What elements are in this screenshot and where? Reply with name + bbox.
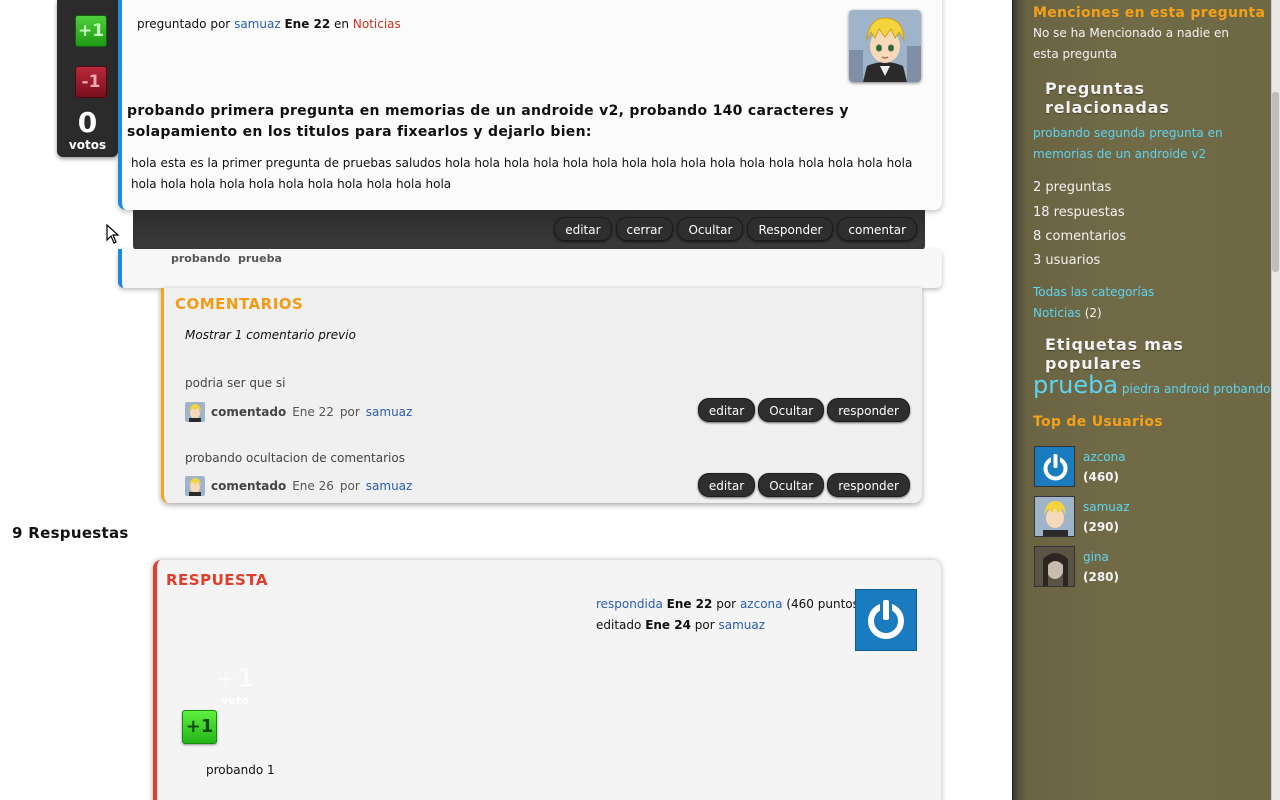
comment-by: por — [339, 479, 360, 493]
top-users-heading: Top de Usuarios — [1033, 414, 1163, 430]
answer-upvote-button[interactable]: +1 — [182, 710, 217, 744]
question-action-bar: editar cerrar Ocultar Responder comentar — [133, 210, 925, 250]
tag-link[interactable]: probando — [1213, 382, 1270, 396]
comment-hide-button[interactable]: Ocultar — [758, 473, 825, 497]
edited-date: Ene 24 — [645, 618, 691, 632]
comment-text: probando ocultacion de comentarios — [185, 451, 405, 465]
comments-section: COMENTARIOS Mostrar 1 comentario previo … — [161, 288, 922, 503]
vote-label: votos — [68, 138, 107, 152]
comment-label: comentado — [211, 405, 287, 419]
answer-vote-count: +1 — [215, 664, 255, 694]
downvote-button[interactable]: -1 — [75, 66, 107, 98]
answer-author-points: (460 puntos) — [786, 597, 864, 611]
question-author-avatar[interactable] — [849, 10, 921, 82]
category-count: (2) — [1084, 306, 1102, 320]
edit-button[interactable]: editar — [554, 217, 612, 241]
comment-edit-button[interactable]: editar — [697, 473, 756, 497]
user-avatar[interactable] — [1034, 496, 1075, 537]
related-heading: Preguntas relacionadas — [1045, 79, 1170, 117]
tag-link[interactable]: android — [1164, 382, 1210, 396]
comment-date: Ene 22 — [292, 405, 334, 419]
answered-link[interactable]: respondida — [596, 597, 663, 611]
user-name-link[interactable]: gina — [1083, 550, 1109, 564]
answer-meta: respondida Ene 22 por azcona (460 puntos… — [596, 597, 864, 611]
answer-button[interactable]: Responder — [747, 217, 834, 241]
all-categories-link[interactable]: Todas las categorías — [1033, 282, 1154, 303]
user-avatar[interactable] — [1034, 546, 1075, 587]
stat-answers: 18 respuestas — [1033, 205, 1125, 220]
answered-by: por — [716, 597, 737, 611]
answer-title: RESPUESTA — [166, 571, 268, 589]
editor-link[interactable]: samuaz — [719, 618, 766, 632]
stat-comments: 8 comentarios — [1033, 229, 1127, 244]
hide-button[interactable]: Ocultar — [677, 217, 744, 241]
power-icon — [1043, 453, 1068, 481]
comment-author-link[interactable]: samuaz — [366, 479, 413, 493]
user-points: (290) — [1083, 520, 1120, 534]
answer-vote-label: voto — [221, 694, 249, 707]
comment-meta: comentado Ene 26 por samuaz — [185, 476, 412, 496]
edited-by: por — [694, 618, 715, 632]
tag-link[interactable]: prueba — [1033, 371, 1118, 399]
question-meta: preguntado por samuaz Ene 22 en Noticias — [137, 17, 401, 31]
comment-edit-button[interactable]: editar — [697, 398, 756, 422]
stat-questions: 2 preguntas — [1033, 180, 1112, 195]
comment-date: Ene 26 — [292, 479, 334, 493]
comment-meta: comentado Ene 22 por samuaz — [185, 402, 412, 422]
question-card: preguntado por samuaz Ene 22 en Noticias… — [118, 0, 942, 210]
category-link[interactable]: Noticias — [1033, 306, 1081, 320]
answer-body: probando 1 — [206, 763, 275, 777]
question-vote-box: +1 -1 0 votos — [57, 0, 118, 157]
question-tags-bar: probando prueba — [118, 249, 942, 288]
answer-edit-meta: editado Ene 24 por samuaz — [596, 618, 765, 632]
user-points: (460) — [1083, 470, 1120, 484]
category-item: Noticias (2) — [1033, 303, 1102, 324]
question-category-link[interactable]: Noticias — [353, 17, 401, 31]
answer-author-link[interactable]: azcona — [740, 597, 783, 611]
comment-by: por — [339, 405, 360, 419]
stat-users: 3 usuarios — [1033, 253, 1101, 268]
upvote-button[interactable]: +1 — [75, 15, 107, 47]
comment-text: podria ser que si — [185, 376, 286, 390]
power-icon — [868, 598, 904, 639]
close-button[interactable]: cerrar — [615, 217, 674, 241]
popular-tags-heading: Etiquetas mas populares — [1045, 335, 1184, 373]
tag-link[interactable]: piedra — [1122, 382, 1160, 396]
in-label: en — [334, 17, 350, 31]
answer-author-avatar[interactable] — [855, 589, 917, 651]
vote-count: 0 — [77, 106, 98, 139]
answer-card: RESPUESTA respondida Ene 22 por azcona (… — [153, 560, 941, 800]
tag-link[interactable]: prueba — [238, 252, 282, 265]
right-sidebar: Menciones en esta pregunta No se ha Menc… — [1012, 0, 1271, 800]
question-body: hola esta es la primer pregunta de prueb… — [131, 156, 913, 191]
comments-title: COMENTARIOS — [175, 295, 304, 313]
question-title: probando primera pregunta en memorias de… — [127, 103, 849, 140]
user-points: (280) — [1083, 570, 1120, 584]
asked-by-label: preguntado por — [137, 17, 231, 31]
comment-reply-button[interactable]: responder — [827, 398, 910, 422]
related-question-link[interactable]: probando segunda pregunta en memorias de… — [1033, 123, 1273, 165]
scrollbar-thumb[interactable] — [1272, 92, 1279, 272]
comment-hide-button[interactable]: Ocultar — [758, 398, 825, 422]
tag-link[interactable]: probando — [171, 252, 230, 265]
comment-label: comentado — [211, 479, 287, 493]
comment-author-link[interactable]: samuaz — [366, 405, 413, 419]
user-name-link[interactable]: samuaz — [1083, 500, 1130, 514]
mouse-cursor-icon — [106, 224, 120, 244]
edited-label: editado — [596, 618, 642, 632]
answers-count-heading: 9 Respuestas — [12, 524, 129, 542]
answered-date: Ene 22 — [666, 597, 713, 611]
user-name-link[interactable]: azcona — [1083, 450, 1126, 464]
mentions-text: No se ha Mencionado a nadie en esta preg… — [1033, 26, 1229, 61]
tag-cloud: prueba piedra android probando — [1033, 371, 1270, 399]
comment-button[interactable]: comentar — [837, 217, 917, 241]
mentions-heading: Menciones en esta pregunta — [1033, 5, 1266, 21]
show-previous-comments-link[interactable]: Mostrar 1 comentario previo — [185, 328, 356, 342]
comment-author-avatar[interactable] — [185, 476, 205, 496]
user-avatar[interactable] — [1034, 446, 1075, 487]
comment-reply-button[interactable]: responder — [827, 473, 910, 497]
comment-author-avatar[interactable] — [185, 402, 205, 422]
question-author-link[interactable]: samuaz — [234, 17, 281, 31]
question-date: Ene 22 — [284, 17, 331, 31]
